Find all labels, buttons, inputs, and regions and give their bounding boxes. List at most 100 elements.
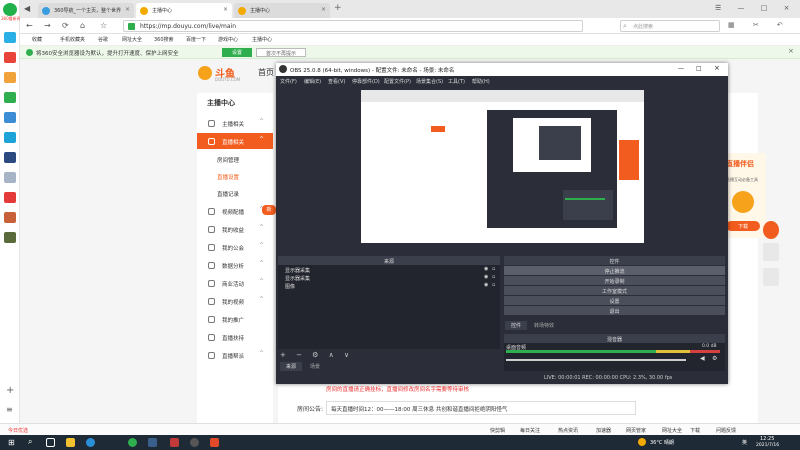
weather-icon[interactable] (638, 438, 646, 446)
status-item[interactable]: 加速器 (596, 427, 611, 434)
browser-360-icon[interactable] (128, 438, 137, 447)
menu-item[interactable]: 我的收益 ^ (197, 221, 273, 237)
browser-logo-icon[interactable] (3, 3, 17, 16)
status-item[interactable]: 下载 (690, 427, 700, 434)
sidebar-app-icon[interactable] (4, 112, 16, 123)
task-view-icon[interactable] (46, 438, 55, 447)
obs-preview[interactable] (361, 90, 644, 243)
tab-controls[interactable]: 控件 (505, 321, 527, 330)
menu-item[interactable]: 直播帮派 ^ (197, 347, 273, 363)
sidebar-app-icon[interactable] (4, 132, 16, 143)
app-icon[interactable] (210, 438, 219, 447)
tab-anchor-center[interactable]: 主播中心 × (136, 3, 232, 18)
bookmark-item[interactable]: 手机收藏夹 (60, 36, 85, 43)
settings-button[interactable]: 设置 (504, 296, 725, 305)
new-tab-icon[interactable]: + (334, 3, 342, 13)
sidebar-app-icon[interactable] (4, 52, 16, 63)
bookmark-item[interactable]: 网址大全 (122, 36, 142, 43)
edge-icon[interactable] (86, 438, 95, 447)
menu-item[interactable]: 我的视频 ^ (197, 293, 273, 309)
status-left-item[interactable]: 今日优选 (8, 427, 28, 434)
menu-item[interactable]: 我的公会 ^ (197, 239, 273, 255)
sidebar-app-icon[interactable] (4, 172, 16, 183)
status-item[interactable]: 网页管家 (626, 427, 646, 434)
share-float-icon[interactable] (763, 268, 779, 286)
nav-home[interactable]: 首页 (258, 67, 274, 78)
lock-icon[interactable]: ▫ (492, 282, 495, 288)
obs-menu-item[interactable]: 场景集合(S) (416, 78, 443, 85)
notice-set-button[interactable]: 设置 (222, 48, 252, 57)
weather-text[interactable]: 36°C 晴朗 (650, 439, 674, 446)
input-lang[interactable]: 英 (742, 439, 747, 446)
source-item[interactable]: 显示器采集 (285, 275, 310, 282)
obs-menu-item[interactable]: 配置文件(P) (384, 78, 411, 85)
obs-menu-item[interactable]: 编辑(E) (304, 78, 321, 85)
submenu-item[interactable]: 直播记录 (197, 185, 273, 201)
eye-icon[interactable]: ◉ (484, 274, 488, 280)
obs-maximize-button[interactable]: □ (696, 65, 702, 72)
sidebar-app-icon[interactable] (4, 92, 16, 103)
add-icon[interactable]: + (6, 385, 14, 396)
status-item[interactable]: 网址大全 (662, 427, 682, 434)
back-button[interactable]: ← (26, 21, 33, 30)
bookmark-item[interactable]: 谷歌 (98, 36, 108, 43)
volume-slider[interactable] (506, 359, 686, 361)
eye-icon[interactable]: ◉ (484, 282, 488, 288)
tab-transitions[interactable]: 转场特效 (529, 321, 559, 330)
steam-icon[interactable] (148, 438, 157, 447)
clock-time[interactable]: 12:25 (760, 436, 774, 442)
studio-mode-button[interactable]: 工作室模式 (504, 286, 725, 295)
star-icon[interactable]: ☆ (100, 21, 107, 30)
close-icon[interactable]: × (788, 47, 794, 55)
toolbar-icons[interactable]: ▦ ✂ ↶ ≡ (728, 21, 800, 29)
close-icon[interactable]: × (321, 6, 326, 13)
obs-title-bar[interactable]: OBS 25.0.8 (64-bit, windows) - 配置文件: 未命名… (276, 63, 728, 76)
source-item[interactable]: 图像 (285, 283, 295, 290)
window-controls[interactable]: ☰ — □ × (715, 4, 796, 12)
obs-menu-item[interactable]: 帮助(H) (472, 78, 490, 85)
obs-menu-item[interactable]: 文件(F) (280, 78, 297, 85)
sources-toolbar[interactable]: + − ⚙ ∧ ∨ (280, 351, 353, 359)
windows-start-icon[interactable]: ⊞ (8, 438, 15, 447)
obs-close-button[interactable]: × (714, 64, 720, 72)
start-record-button[interactable]: 开始录制 (504, 276, 725, 285)
status-item[interactable]: 快剪辑 (490, 427, 505, 434)
sidebar-app-icon[interactable] (4, 72, 16, 83)
bottom-tab-sources[interactable]: 来源 (280, 362, 302, 371)
bookmark-item[interactable]: 百度一下 (186, 36, 206, 43)
menu-icon[interactable]: ≡ (6, 405, 13, 414)
sidebar-app-icon[interactable] (4, 232, 16, 243)
menu-item[interactable]: 数据分析 ^ (197, 257, 273, 273)
close-icon[interactable]: × (223, 6, 228, 13)
close-icon[interactable]: × (125, 6, 130, 13)
obs-menu-item[interactable]: 查看(V) (328, 78, 345, 85)
sidebar-app-icon[interactable] (4, 152, 16, 163)
menu-item[interactable]: 直播扶持 (197, 329, 273, 345)
home-float-icon[interactable] (763, 243, 779, 261)
sidebar-app-icon[interactable] (4, 192, 16, 203)
home-button[interactable]: ⌂ (80, 21, 85, 30)
obs-menu-item[interactable]: 工具(T) (448, 78, 465, 85)
bookmark-item[interactable]: 游戏中心 (218, 36, 238, 43)
back-icon[interactable]: ◀ (24, 4, 30, 13)
submenu-item-active[interactable]: 直播设置 (197, 168, 273, 184)
notice-dismiss-button[interactable]: 首次不再提示 (256, 48, 306, 57)
status-item[interactable]: 问题反馈 (716, 427, 736, 434)
search-input[interactable]: ⌕ 点此搜索 (620, 20, 720, 32)
refresh-button[interactable]: ⟳ (62, 21, 69, 30)
app-icon[interactable] (170, 438, 179, 447)
submenu-item[interactable]: 房间管理 (197, 151, 273, 167)
menu-item[interactable]: 主播相关 ^ (197, 115, 273, 131)
forward-button[interactable]: → (44, 21, 51, 30)
status-item[interactable]: 热点资讯 (558, 427, 578, 434)
obs-menu-item[interactable]: 停靠部件(D) (352, 78, 380, 85)
menu-item[interactable]: 我的推广 (197, 311, 273, 327)
exit-button[interactable]: 退出 (504, 306, 725, 315)
tab-anchor-center-2[interactable]: 主播中心 × (234, 3, 330, 18)
lock-icon[interactable]: ▫ (492, 266, 495, 272)
lock-icon[interactable]: ▫ (492, 274, 495, 280)
url-input[interactable]: https://mp.douyu.com/live/main (123, 20, 583, 32)
eye-icon[interactable]: ◉ (484, 266, 488, 272)
tab-360nav[interactable]: 360导航_一个主页，整个世界 × (38, 3, 134, 18)
obs-minimize-button[interactable]: — (678, 65, 684, 72)
